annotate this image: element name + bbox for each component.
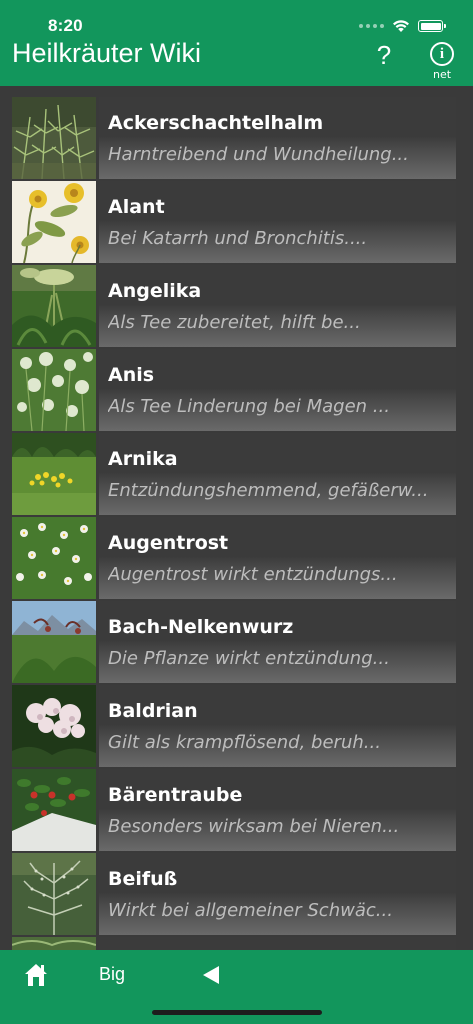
- herb-description: Entzündungshemmend, gefäßerw...: [108, 480, 429, 501]
- herb-description: Harntreibend und Wundheilung...: [108, 144, 409, 165]
- herb-description: Besonders wirksam bei Nieren...: [108, 816, 400, 837]
- herb-text-panel: Baldrian Gilt als krampflösend, beruh...: [99, 685, 456, 767]
- cellular-signal-icon: [359, 24, 384, 28]
- valerian-photo: [12, 685, 96, 767]
- herb-text-panel: Bärentraube Besonders wirksam bei Nieren…: [99, 769, 456, 851]
- herb-text-panel: Ackerschachtelhalm Harntreibend und Wund…: [99, 97, 456, 179]
- app-title: Heilkräuter Wiki: [12, 38, 202, 68]
- home-indicator[interactable]: [152, 1010, 322, 1015]
- herb-description: Bei Katarrh und Bronchitis....: [108, 228, 368, 249]
- herb-description: Als Tee zubereitet, hilft be...: [108, 312, 361, 333]
- status-icons: [359, 18, 446, 34]
- list-item[interactable]: Beifuß Wirkt bei allgemeiner Schwäc...: [12, 852, 456, 936]
- list-item[interactable]: Augentrost Augentrost wirkt entzündungs.…: [12, 516, 456, 600]
- list-item[interactable]: Bach-Nelkenwurz Die Pflanze wirkt entzün…: [12, 600, 456, 684]
- horsetail-photo: [12, 97, 96, 179]
- herb-text-panel: Anis Als Tee Linderung bei Magen ...: [99, 349, 456, 431]
- water-avens-photo: [12, 601, 96, 683]
- list-item[interactable]: Baldrian Gilt als krampflösend, beruh...: [12, 684, 456, 768]
- herb-text-panel: Angelika Als Tee zubereitet, hilft be...: [99, 265, 456, 347]
- herb-name: Beifuß: [108, 868, 178, 890]
- herb-name: Anis: [108, 364, 155, 386]
- herb-name: Angelika: [108, 280, 202, 302]
- list-item[interactable]: [12, 936, 456, 950]
- herb-text-panel: Arnika Entzündungshemmend, gefäßerw...: [99, 433, 456, 515]
- herb-description: Wirkt bei allgemeiner Schwäc...: [108, 900, 393, 921]
- arnica-meadow-photo: [12, 433, 96, 515]
- bearberry-photo: [12, 769, 96, 851]
- herb-description: Augentrost wirkt entzündungs...: [108, 564, 398, 585]
- herb-name: Augentrost: [108, 532, 229, 554]
- app-header: 8:20 Heilkräuter Wiki ? i net: [0, 0, 473, 86]
- anise-photo: [12, 349, 96, 431]
- info-button[interactable]: i net: [426, 42, 458, 84]
- help-button[interactable]: ?: [370, 40, 398, 72]
- mugwort-photo: [12, 853, 96, 935]
- list-item[interactable]: Alant Bei Katarrh und Bronchitis....: [12, 180, 456, 264]
- herb-description: Die Pflanze wirkt entzündung...: [108, 648, 390, 669]
- info-label: net: [432, 68, 452, 81]
- herb-description: Als Tee Linderung bei Magen ...: [108, 396, 390, 417]
- angelica-photo: [12, 265, 96, 347]
- list-item[interactable]: Angelika Als Tee zubereitet, hilft be...: [12, 264, 456, 348]
- eyebright-photo: [12, 517, 96, 599]
- bottom-toolbar: Big: [0, 950, 473, 1024]
- herb-name: Arnika: [108, 448, 178, 470]
- herb-name: Ackerschachtelhalm: [108, 112, 324, 134]
- back-triangle-icon[interactable]: [202, 965, 220, 985]
- elecampane-illustration: [12, 181, 96, 263]
- herb-text-panel: Alant Bei Katarrh und Bronchitis....: [99, 181, 456, 263]
- herb-text-panel: Beifuß Wirkt bei allgemeiner Schwäc...: [99, 853, 456, 935]
- partial-next-photo: [12, 937, 96, 950]
- herb-name: Baldrian: [108, 700, 198, 722]
- status-time: 8:20: [48, 16, 83, 35]
- list-item[interactable]: Anis Als Tee Linderung bei Magen ...: [12, 348, 456, 432]
- herb-name: Bach-Nelkenwurz: [108, 616, 294, 638]
- herb-list[interactable]: Ackerschachtelhalm Harntreibend und Wund…: [12, 96, 456, 950]
- battery-icon: [418, 20, 446, 32]
- home-icon[interactable]: [24, 962, 48, 988]
- herb-text-panel: Augentrost Augentrost wirkt entzündungs.…: [99, 517, 456, 599]
- big-text-button[interactable]: Big: [99, 964, 125, 985]
- herb-name: Alant: [108, 196, 165, 218]
- wifi-icon: [393, 20, 409, 32]
- herb-text-panel: [99, 937, 456, 950]
- herb-description: Gilt als krampflösend, beruh...: [108, 732, 381, 753]
- list-item[interactable]: Bärentraube Besonders wirksam bei Nieren…: [12, 768, 456, 852]
- list-item[interactable]: Ackerschachtelhalm Harntreibend und Wund…: [12, 96, 456, 180]
- info-circle-icon: i: [430, 42, 454, 66]
- herb-text-panel: Bach-Nelkenwurz Die Pflanze wirkt entzün…: [99, 601, 456, 683]
- herb-name: Bärentraube: [108, 784, 243, 806]
- list-item[interactable]: Arnika Entzündungshemmend, gefäßerw...: [12, 432, 456, 516]
